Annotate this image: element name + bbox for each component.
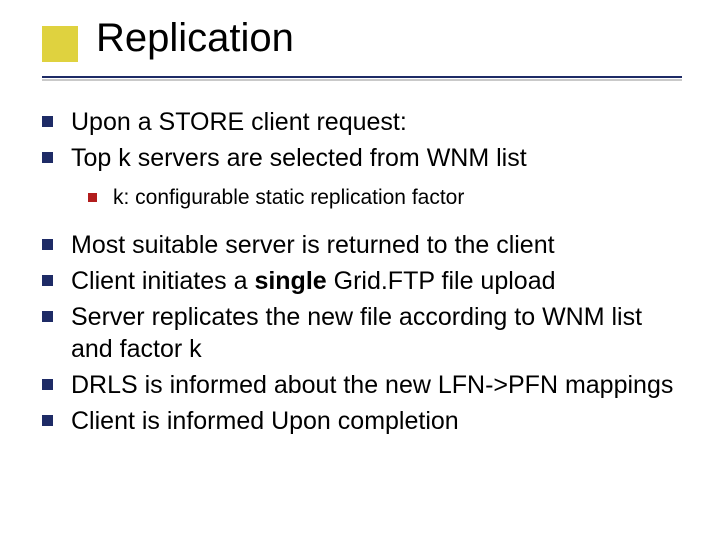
bullet-text: Most suitable server is returned to the … <box>71 229 555 261</box>
square-bullet-icon <box>42 116 53 127</box>
square-bullet-icon <box>42 379 53 390</box>
slide: Replication Upon a STORE client request:… <box>0 0 720 540</box>
bullet-text: Client is informed Upon completion <box>71 405 459 437</box>
title-underline <box>42 76 682 78</box>
square-bullet-icon <box>88 193 97 202</box>
sub-bullet-text: k: configurable static replication facto… <box>113 184 464 211</box>
bullet-text-bold: single <box>254 267 326 295</box>
square-bullet-icon <box>42 152 53 163</box>
bullet-item: Server replicates the new file according… <box>42 301 690 365</box>
bullet-text-post: Grid.FTP file upload <box>327 267 556 295</box>
bullet-text: Client initiates a single Grid.FTP file … <box>71 265 556 297</box>
bullet-text: DRLS is informed about the new LFN->PFN … <box>71 369 673 401</box>
bullet-text: Server replicates the new file according… <box>71 301 690 365</box>
square-bullet-icon <box>42 239 53 250</box>
bullet-item: Most suitable server is returned to the … <box>42 229 690 261</box>
square-bullet-icon <box>42 275 53 286</box>
bullet-item: Upon a STORE client request: <box>42 106 690 138</box>
title-underline-shadow <box>42 79 682 81</box>
square-bullet-icon <box>42 311 53 322</box>
sub-bullet-item: k: configurable static replication facto… <box>88 184 690 211</box>
bullet-item: DRLS is informed about the new LFN->PFN … <box>42 369 690 401</box>
bullet-item: Client is informed Upon completion <box>42 405 690 437</box>
bullet-item: Client initiates a single Grid.FTP file … <box>42 265 690 297</box>
slide-body: Upon a STORE client request: Top k serve… <box>42 106 690 441</box>
square-bullet-icon <box>42 415 53 426</box>
title-accent-square <box>42 26 78 62</box>
bullet-text: Upon a STORE client request: <box>71 106 407 138</box>
bullet-item: Top k servers are selected from WNM list <box>42 142 690 174</box>
bullet-text-pre: Client initiates a <box>71 267 254 295</box>
bullet-text: Top k servers are selected from WNM list <box>71 142 527 174</box>
slide-title: Replication <box>96 16 294 61</box>
